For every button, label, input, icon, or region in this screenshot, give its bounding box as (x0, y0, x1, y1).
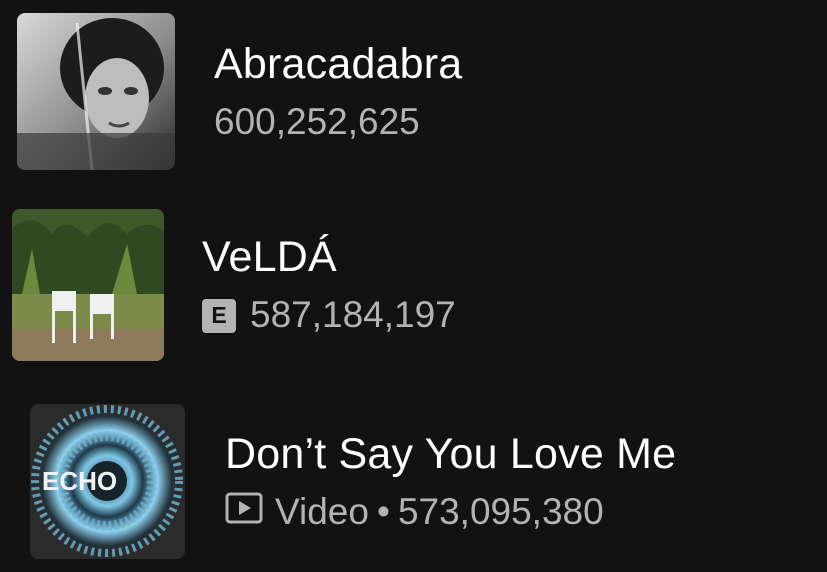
track-row[interactable]: ECHO Don’t Say You Love Me Video • 573,0… (30, 404, 676, 559)
track-title: Don’t Say You Love Me (225, 429, 677, 478)
track-title: VeLDÁ (202, 233, 337, 281)
separator-dot: • (376, 490, 390, 532)
play-count: 573,095,380 (397, 490, 604, 532)
album-art-echo: ECHO (30, 404, 185, 559)
track-row[interactable]: Abracadabra 600,252,625 (17, 13, 462, 170)
album-art-velda (12, 209, 164, 361)
explicit-badge: E (202, 298, 236, 333)
album-art-abracadabra (17, 13, 175, 170)
artwork-text: ECHO (42, 466, 117, 496)
play-count: 587,184,197 (250, 294, 456, 336)
track-row[interactable]: VeLDÁ E 587,184,197 (12, 209, 456, 361)
track-title: Abracadabra (214, 39, 463, 88)
media-type-label: Video (275, 490, 369, 532)
video-icon (225, 491, 263, 534)
play-count: 600,252,625 (214, 100, 420, 142)
